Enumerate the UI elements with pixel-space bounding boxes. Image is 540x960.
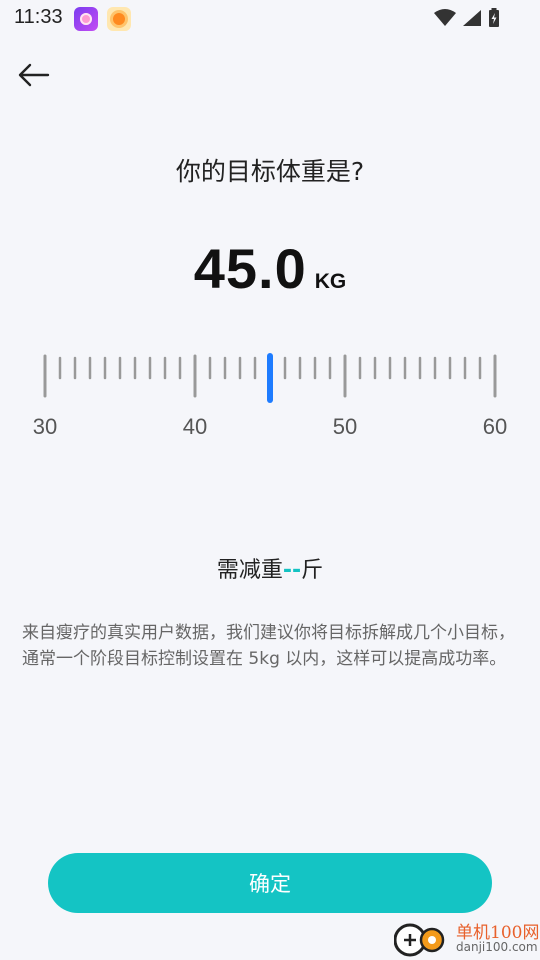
ruler-label-40: 40 <box>182 414 208 439</box>
weight-unit: KG <box>314 270 347 293</box>
watermark-logo-icon <box>394 923 445 957</box>
signal-icon <box>463 10 481 26</box>
status-time: 11:33 <box>14 6 63 28</box>
weight-loss-unit: 斤 <box>301 558 324 583</box>
arrow-left-icon <box>18 63 50 87</box>
weight-value: 45.0 <box>193 237 307 300</box>
ruler-ticks[interactable] <box>0 340 540 406</box>
podcast-app-icon <box>74 7 98 31</box>
watermark-url: danji100.com <box>456 940 538 954</box>
ruler-label-60: 60 <box>482 414 508 439</box>
wifi-icon <box>434 9 456 26</box>
weight-loss-prefix: 需减重 <box>216 558 283 583</box>
advice-text: 来自瘦疗的真实用户数据，我们建议你将目标拆解成几个小目标，通常一个阶段目标控制设… <box>22 623 515 669</box>
page-title: 你的目标体重是? <box>175 157 365 186</box>
ruler-label-30: 30 <box>32 414 58 439</box>
watermark: 单机100网 danji100.com <box>394 916 540 960</box>
weight-display: 45.0 KG <box>0 236 540 301</box>
weight-loss-value: -- <box>282 558 302 583</box>
weight-ruler-slider[interactable]: 30 40 50 60 <box>0 340 540 450</box>
ruler-label-50: 50 <box>332 414 358 439</box>
weight-loss-needed: 需减重--斤 <box>0 552 540 584</box>
status-icons <box>434 8 500 28</box>
confirm-button[interactable]: 确定 <box>48 853 492 913</box>
battery-charging-icon <box>489 8 499 27</box>
back-button[interactable] <box>18 58 58 92</box>
status-bar: 11:33 <box>0 0 540 36</box>
sun-app-icon <box>107 7 131 31</box>
